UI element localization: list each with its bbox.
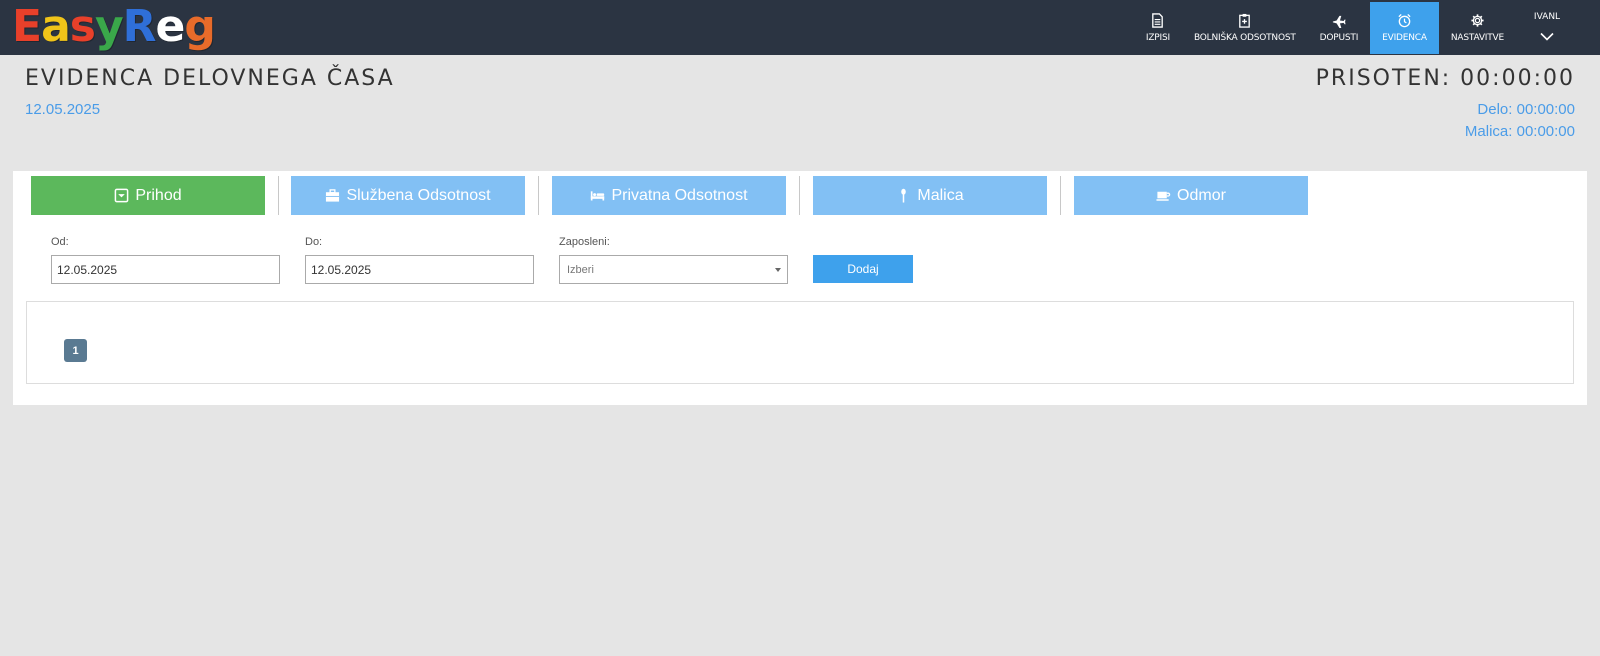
nav-item-nastavitve[interactable]: NASTAVITVE <box>1439 2 1516 54</box>
lunch-time: Malica: 00:00:00 <box>1464 123 1575 140</box>
nav-label: DOPUSTI <box>1319 33 1359 43</box>
add-button[interactable]: Dodaj <box>813 255 913 283</box>
spoon-icon <box>901 188 907 203</box>
easyreg-logo[interactable]: E a s y R e g <box>12 1 216 52</box>
tab-divider <box>538 176 539 215</box>
employee-select-placeholder: Izberi <box>567 263 594 276</box>
pagination-page-button[interactable]: 1 <box>64 339 87 362</box>
caret-down-icon <box>775 268 781 272</box>
logo-letter: s <box>69 1 96 52</box>
do-label: Do: <box>305 236 323 248</box>
nav-item-dopusti[interactable]: DOPUSTI <box>1308 2 1371 54</box>
tab-label: Prihod <box>135 186 182 204</box>
tab-label: Službena Odsotnost <box>346 186 491 204</box>
tab-prihod[interactable]: Prihod <box>31 176 265 215</box>
employee-select[interactable]: Izberi <box>559 255 788 284</box>
logo-letter: e <box>155 1 186 52</box>
work-time: Delo: 00:00:00 <box>1477 101 1575 118</box>
logo-letter: a <box>41 1 71 52</box>
coffee-icon <box>1156 191 1171 201</box>
current-date: 12.05.2025 <box>25 101 101 118</box>
user-menu[interactable]: IVANL <box>1516 2 1578 54</box>
tab-odmor[interactable]: Odmor <box>1074 176 1308 215</box>
results-panel: 1 <box>26 301 1574 384</box>
user-name: IVANL <box>1533 12 1561 22</box>
document-icon <box>1152 13 1164 28</box>
tab-malica[interactable]: Malica <box>813 176 1047 215</box>
tab-divider <box>278 176 279 215</box>
nav-item-bolniska-odsotnost[interactable]: BOLNIŠKA ODSOTNOST <box>1182 2 1308 54</box>
airplane-icon <box>1333 15 1346 28</box>
nav-item-evidenca[interactable]: EVIDENCA <box>1370 2 1439 54</box>
tab-label: Malica <box>917 186 964 204</box>
nav-label: IZPISI <box>1145 33 1170 43</box>
bed-icon <box>591 191 605 201</box>
od-date-input[interactable] <box>51 255 280 284</box>
tab-label: Privatna Odsotnost <box>611 186 748 204</box>
logo-letter: E <box>12 1 42 52</box>
tab-divider <box>799 176 800 215</box>
gear-icon <box>1471 14 1484 27</box>
presence-status: PRISOTEN: 00:00:00 <box>1315 66 1575 91</box>
nav-label: NASTAVITVE <box>1450 33 1504 43</box>
page-title: EVIDENCA DELOVNEGA ČASA <box>25 66 395 91</box>
logo-letter: y <box>94 1 124 52</box>
briefcase-icon <box>326 189 340 202</box>
nav-item-izpisi[interactable]: IZPISI <box>1134 2 1182 54</box>
zaposleni-label: Zaposleni: <box>559 236 610 248</box>
nav-label: EVIDENCA <box>1382 33 1427 43</box>
alarm-clock-icon <box>1398 13 1411 28</box>
main-nav: IZPISI BOLNIŠKA ODSOTNOST DOPUSTI EVIDEN… <box>1134 0 1600 55</box>
nav-label: BOLNIŠKA ODSOTNOST <box>1193 33 1296 43</box>
tab-divider <box>1060 176 1061 215</box>
top-navbar: E a s y R e g IZPISI BOLNIŠKA ODSOTNOST … <box>0 0 1600 55</box>
chevron-down-icon <box>1540 32 1554 41</box>
tab-label: Odmor <box>1177 186 1226 204</box>
od-label: Od: <box>51 236 69 248</box>
logo-letter: g <box>184 1 215 52</box>
entry-card: Prihod Službena Odsotnost Privatna Odsot… <box>13 171 1587 405</box>
do-date-input[interactable] <box>305 255 534 284</box>
logo-letter: R <box>122 1 157 52</box>
tab-privatna-odsotnost[interactable]: Privatna Odsotnost <box>552 176 786 215</box>
tab-sluzbena-odsotnost[interactable]: Službena Odsotnost <box>291 176 525 215</box>
arrow-in-icon <box>115 188 129 203</box>
clipboard-icon <box>1239 13 1251 28</box>
